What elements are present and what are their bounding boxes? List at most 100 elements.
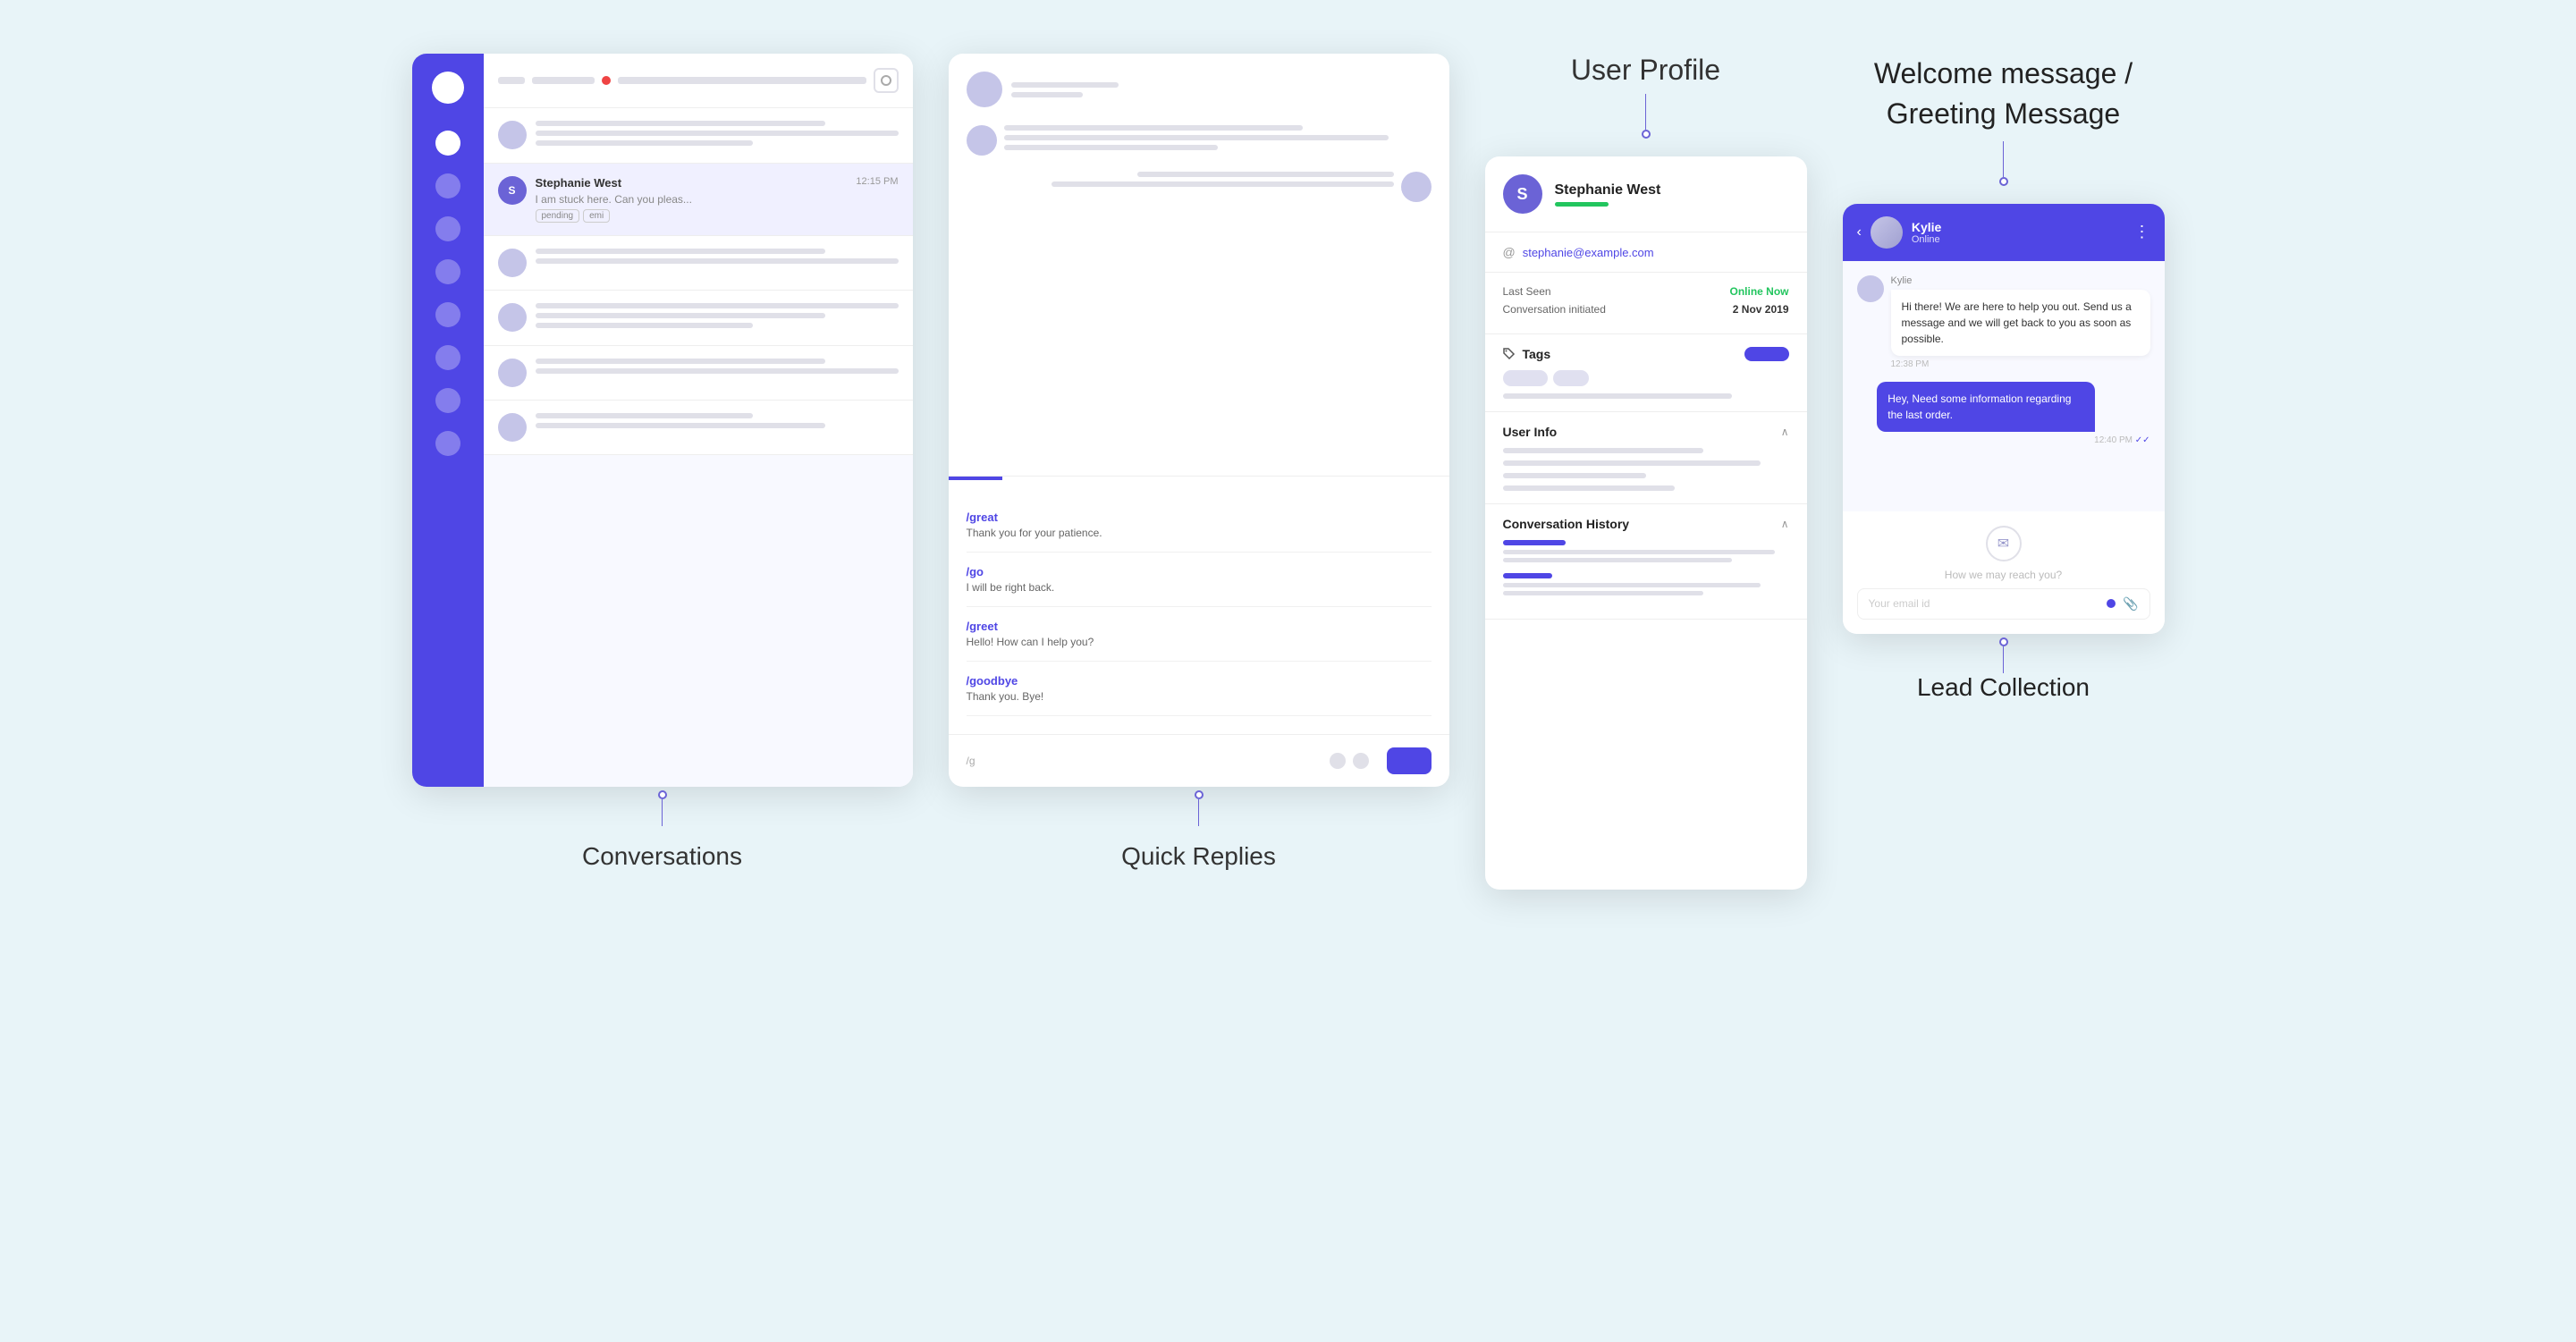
up-last-seen-row: Last Seen Online Now [1503,285,1789,298]
up-conv-history-title: Conversation History [1503,517,1630,531]
quick-replies-dot [1195,790,1204,799]
nav-logo [432,72,464,104]
conv-avatar-3 [498,303,527,332]
sidebar-nav [412,54,484,787]
lead-collection-label: Lead Collection [1843,673,2165,702]
header-dot-red [602,76,611,85]
gw-bot-bubble: Hi there! We are here to help you out. S… [1891,290,2150,356]
nav-item-8[interactable] [435,431,460,456]
qr-send-bar: /g [949,734,1449,787]
qr-list: /great Thank you for your patience. /go … [949,480,1449,734]
qr-command-goodbye: /goodbye [967,674,1432,688]
quick-replies-line [1198,799,1199,826]
gw-bot-bubble-wrap: Kylie Hi there! We are here to help you … [1891,275,2150,369]
quick-replies-widget: /great Thank you for your patience. /go … [949,54,1449,787]
conv-tags: pending emi [536,209,899,223]
greeting-widget: ‹ Kylie Online ⋮ Kylie Hi there! We are … [1843,204,2165,634]
up-conv-history-section: Conversation History ∧ [1485,504,1807,620]
up-conv-hist-1[interactable] [1503,540,1789,562]
qr-typing-indicator: /g [967,755,976,767]
nav-item-5[interactable] [435,302,460,327]
up-conv-bar-2 [1503,573,1552,578]
nav-item-2[interactable] [435,173,460,198]
search-button[interactable] [874,68,899,93]
conv-name-row: Stephanie West 12:15 PM [536,176,899,190]
conv-item-skeleton-2[interactable] [484,236,913,291]
gw-user-msg-wrap: Hey, Need some information regarding the… [1877,382,2149,445]
conversations-dot [658,790,667,799]
gw-reach-text: How we may reach you? [1945,569,2062,581]
qr-top-area [949,54,1449,477]
qr-send-button[interactable] [1387,747,1432,774]
conv-item-skeleton-1[interactable] [484,108,913,164]
qr-entry-go[interactable]: /go I will be right back. [967,553,1432,607]
up-conv-history-header: Conversation History ∧ [1503,517,1789,531]
gw-email-section: ✉ How we may reach you? Your email id 📎 [1843,511,2165,634]
greeting-label-connector [1999,141,2008,186]
up-email-row: @ stephanie@example.com [1485,232,1807,273]
user-profile-title: User Profile [1571,54,1720,87]
gw-agent-status: Online [1912,234,2125,245]
conversations-list: S Stephanie West 12:15 PM I am stuck her… [484,54,913,787]
nav-item-6[interactable] [435,345,460,370]
skel-line [536,368,899,374]
gw-back-button[interactable]: ‹ [1857,224,1862,241]
up-info-skel-1 [1503,448,1703,453]
conversations-header [484,54,913,108]
up-tag-1 [1503,370,1548,386]
gw-user-message: Hey, Need some information regarding the… [1857,382,2150,445]
up-tags-add-btn[interactable] [1744,347,1789,361]
nav-item-conversations[interactable] [435,131,460,156]
user-profile-widget: S Stephanie West @ stephanie@example.com… [1485,156,1807,890]
conv-avatar-1 [498,121,527,149]
header-bar-1 [498,77,525,84]
qr-dot-1 [1330,753,1346,769]
nav-item-4[interactable] [435,259,460,284]
conv-tag-emi: emi [583,209,610,223]
qr-entry-greet[interactable]: /greet Hello! How can I help you? [967,607,1432,662]
up-conv-history-chevron: ∧ [1781,518,1789,530]
gw-menu-button[interactable]: ⋮ [2134,223,2150,241]
gw-email-input-row[interactable]: Your email id 📎 [1857,588,2150,620]
qr-input-area: /g [967,755,1330,767]
qr-command-greet: /greet [967,620,1432,633]
qr-entry-goodbye[interactable]: /goodbye Thank you. Bye! [967,662,1432,716]
header-bar-2 [532,77,595,84]
conversations-widget: S Stephanie West 12:15 PM I am stuck her… [412,54,913,787]
conv-item-skeleton-4[interactable] [484,346,913,401]
quick-replies-label: Quick Replies [1121,842,1276,871]
up-name: Stephanie West [1555,182,1661,198]
gw-attach-icon: 📎 [2123,596,2138,612]
conv-message: I am stuck here. Can you pleas... [536,193,899,206]
up-user-info-header: User Info ∧ [1503,425,1789,439]
chat-skeleton-out [967,172,1432,202]
up-conv-hist-2[interactable] [1503,573,1789,595]
conversations-line [662,799,663,826]
qr-response-go: I will be right back. [967,581,1432,594]
up-at-symbol: @ [1503,245,1516,259]
gw-bot-message: Kylie Hi there! We are here to help you … [1857,275,2150,369]
conv-item-skeleton-5[interactable] [484,401,913,455]
up-tags-skel [1503,393,1732,399]
conv-item-stephanie[interactable]: S Stephanie West 12:15 PM I am stuck her… [484,164,913,236]
qr-entry-great[interactable]: /great Thank you for your patience. [967,498,1432,553]
conv-avatar-2 [498,249,527,277]
skel-r [1052,181,1393,187]
chat-lines-out [967,172,1394,187]
conv-item-skeleton-3[interactable] [484,291,913,346]
greeting-label-line [2003,141,2004,177]
up-header: S Stephanie West [1485,156,1807,232]
nav-item-3[interactable] [435,216,460,241]
conv-content-1 [536,121,899,150]
gw-bot-time: 12:38 PM [1891,359,2150,369]
skel-line [536,121,826,126]
up-email: stephanie@example.com [1523,246,1654,259]
qr-user-lines [1011,82,1119,97]
main-container: S Stephanie West 12:15 PM I am stuck her… [0,0,2576,1342]
up-conv-value: 2 Nov 2019 [1733,303,1789,316]
nav-item-7[interactable] [435,388,460,413]
qr-command-great: /great [967,511,1432,524]
up-label-line [1645,94,1646,130]
conv-name: Stephanie West [536,176,622,190]
up-conv-label: Conversation initiated [1503,303,1606,316]
